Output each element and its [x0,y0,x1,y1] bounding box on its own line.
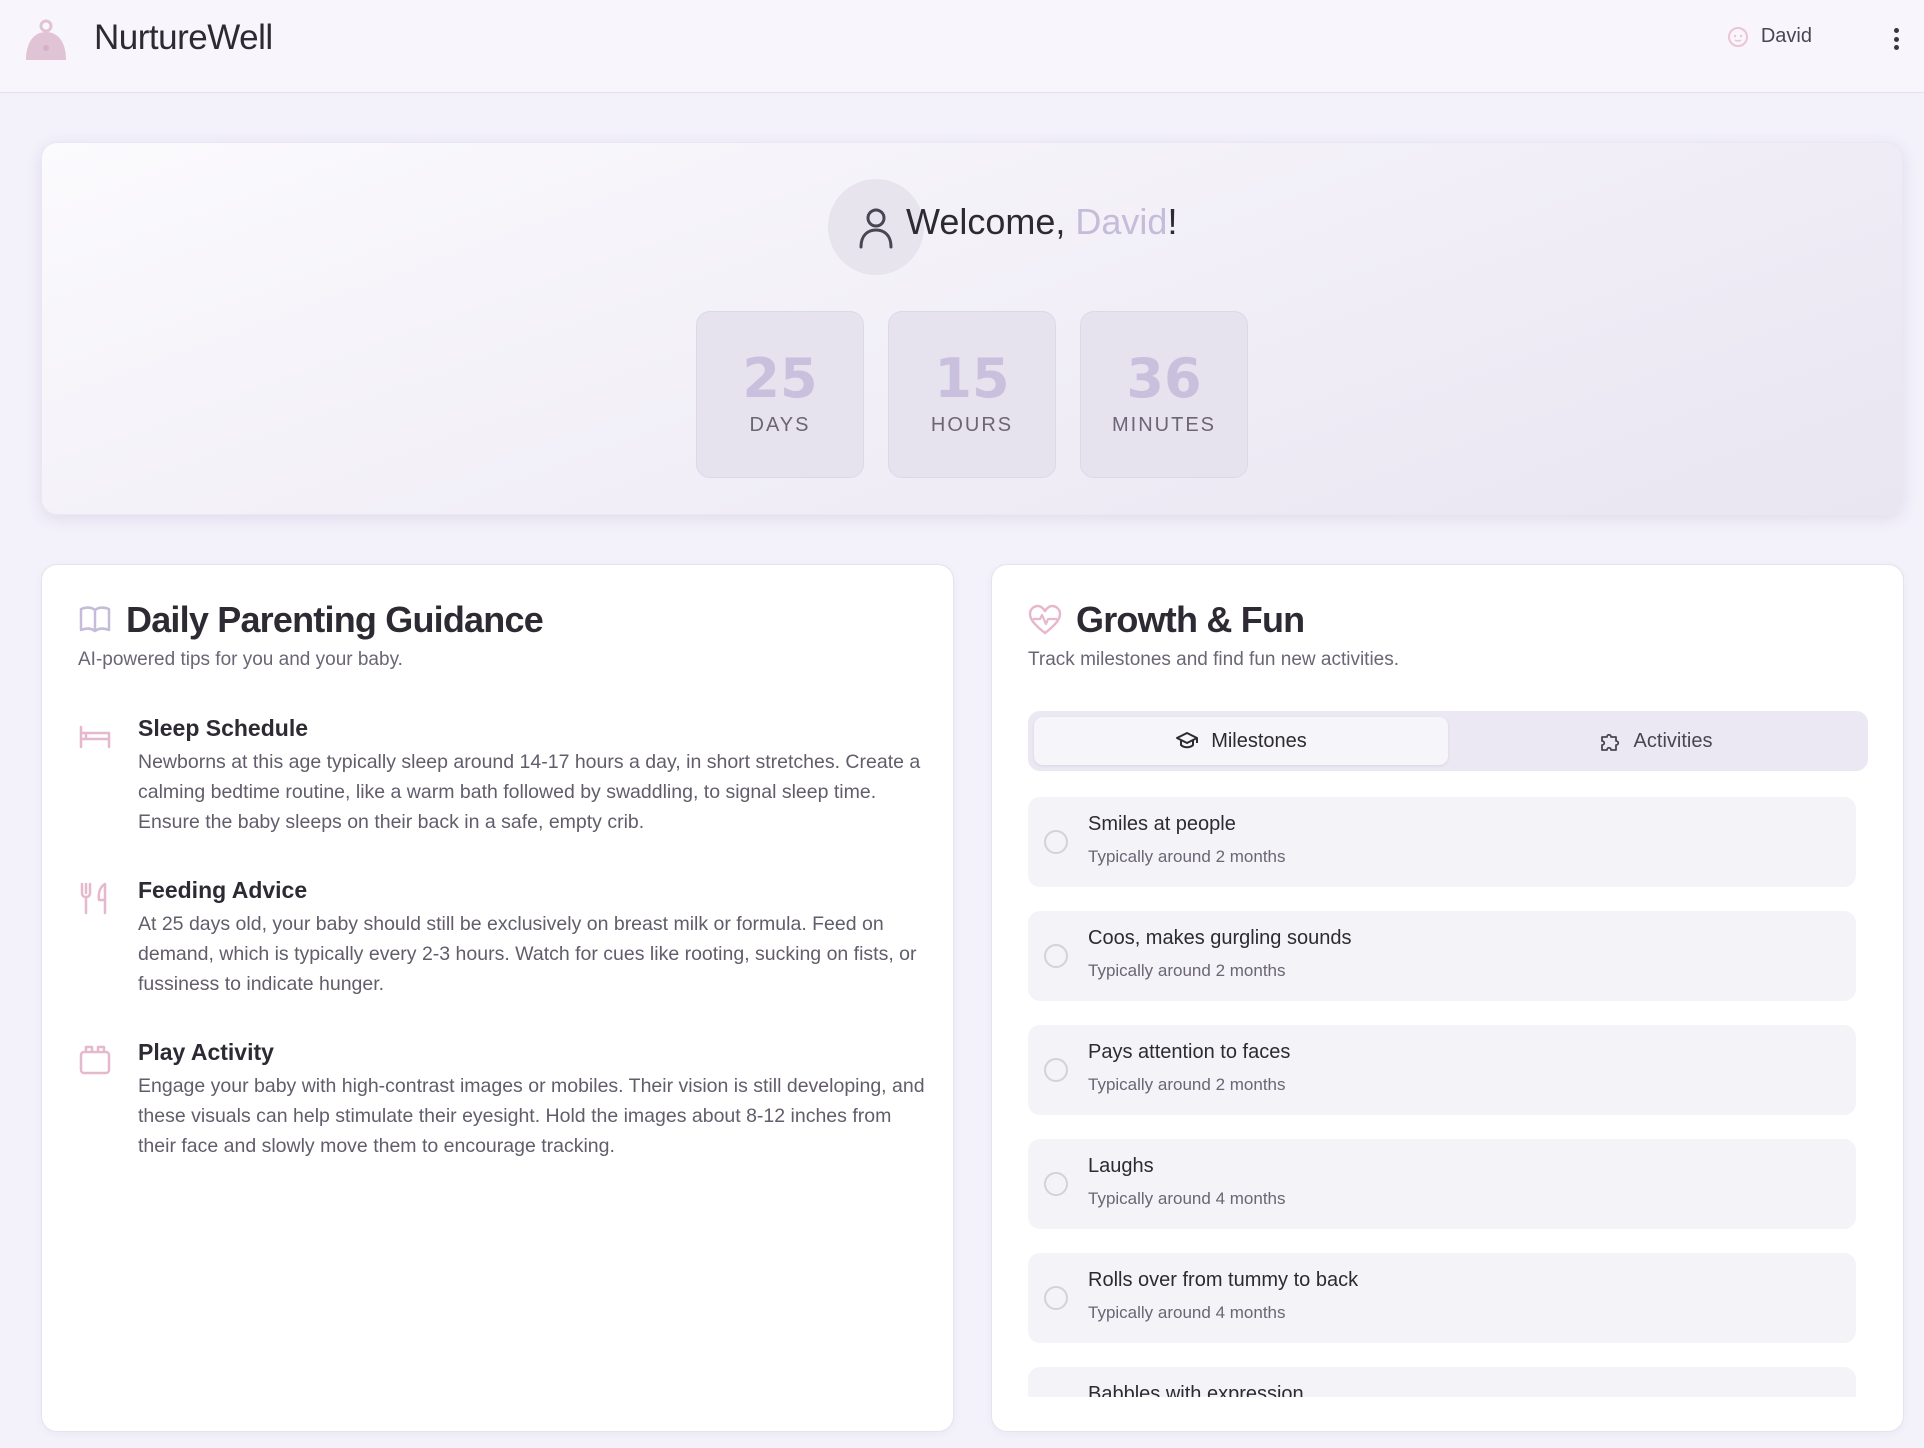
growth-header: Growth & Fun [1028,599,1305,641]
utensils-icon [80,882,107,915]
milestone-title: Babbles with expression [1088,1383,1304,1397]
counter-value: 15 [934,347,1010,410]
milestone-age: Typically around 2 months [1088,847,1286,866]
top-bar: NurtureWell David [0,0,1924,93]
hours-counter: 15 HOURS [888,311,1056,478]
milestone-title: Coos, makes gurgling sounds [1088,927,1352,949]
puzzle-icon [1600,733,1619,751]
milestone-title: Pays attention to faces [1088,1041,1291,1063]
milestone-age: Typically around 2 months [1088,1075,1286,1094]
milestone-title: Laughs [1088,1155,1154,1177]
milestone-checkbox[interactable] [1044,1058,1068,1082]
guidance-title: Daily Parenting Guidance [126,599,544,640]
counter-value: 36 [1126,347,1202,410]
graduation-cap-icon [1176,732,1199,749]
guidance-subtitle: AI-powered tips for you and your baby. [78,649,403,670]
more-options-icon[interactable] [1884,24,1908,54]
tip-body: Newborns at this age typically sleep aro… [138,751,921,833]
bed-icon [79,725,111,749]
milestone-item[interactable]: Smiles at people Typically around 2 mont… [1028,797,1856,887]
milestone-age: Typically around 4 months [1088,1303,1286,1322]
tab-label: Activities [1633,729,1713,752]
parenting-guidance-panel: Daily Parenting Guidance AI-powered tips… [41,564,954,1432]
tab-activities[interactable]: Activities [1448,717,1862,765]
milestone-item[interactable]: Coos, makes gurgling sounds Typically ar… [1028,911,1856,1001]
counter-label: DAYS [749,414,811,436]
milestone-checkbox[interactable] [1044,1172,1068,1196]
tab-milestones[interactable]: Milestones [1034,717,1448,765]
toy-blocks-icon [79,1045,111,1075]
tip-body: At 25 days old, your baby should still b… [138,913,917,995]
growth-subtitle: Track milestones and find fun new activi… [1028,649,1400,670]
user-profile-chip[interactable]: David [1727,25,1812,48]
tip-title: Play Activity [138,1039,274,1065]
milestone-item[interactable]: Rolls over from tummy to back Typically … [1028,1253,1856,1343]
welcome-user-name: David [1075,201,1168,242]
milestone-title: Smiles at people [1088,813,1236,835]
counter-label: HOURS [930,414,1014,436]
welcome-suffix: ! [1167,201,1178,242]
milestone-item[interactable]: Pays attention to faces Typically around… [1028,1025,1856,1115]
welcome-greeting: Welcome, [906,201,1076,242]
days-counter: 25 DAYS [696,311,864,478]
age-counters: 25 DAYS 15 HOURS 36 MINUTES [696,311,1248,478]
milestone-checkbox[interactable] [1044,830,1068,854]
tip-body: Engage your baby with high-contrast imag… [138,1075,925,1157]
guidance-header: Daily Parenting Guidance [78,599,544,641]
tip-title: Feeding Advice [138,877,308,903]
tip-title: Sleep Schedule [138,715,309,741]
user-name: David [1760,25,1812,47]
welcome-card: Welcome, David! 25 DAYS 15 HOURS 36 MINU… [41,142,1903,515]
minutes-counter: 36 MINUTES [1080,311,1248,478]
counter-value: 25 [742,347,818,410]
milestone-checkbox[interactable] [1044,944,1068,968]
growth-tabs: Milestones Activities [1028,711,1868,771]
milestone-age: Typically around 2 months [1088,961,1286,980]
milestone-age: Typically around 4 months [1088,1189,1286,1208]
baby-carrier-logo-icon [26,19,66,60]
open-book-icon [79,606,111,633]
milestone-title: Rolls over from tummy to back [1088,1269,1359,1291]
growth-title: Growth & Fun [1076,599,1305,640]
milestone-checkbox[interactable] [1044,1286,1068,1310]
app-title: NurtureWell [94,18,273,57]
milestone-item[interactable]: Babbles with expression [1028,1367,1856,1397]
milestone-list[interactable]: Smiles at people Typically around 2 mont… [1028,797,1868,1397]
welcome-heading: Welcome, David! [906,201,1306,243]
counter-label: MINUTES [1112,414,1216,436]
milestone-item[interactable]: Laughs Typically around 4 months [1028,1139,1856,1229]
tab-label: Milestones [1211,729,1307,752]
growth-fun-panel: Growth & Fun Track milestones and find f… [991,564,1904,1432]
baby-face-icon [1727,26,1748,47]
user-icon [859,208,893,249]
heart-pulse-icon [1028,604,1062,635]
